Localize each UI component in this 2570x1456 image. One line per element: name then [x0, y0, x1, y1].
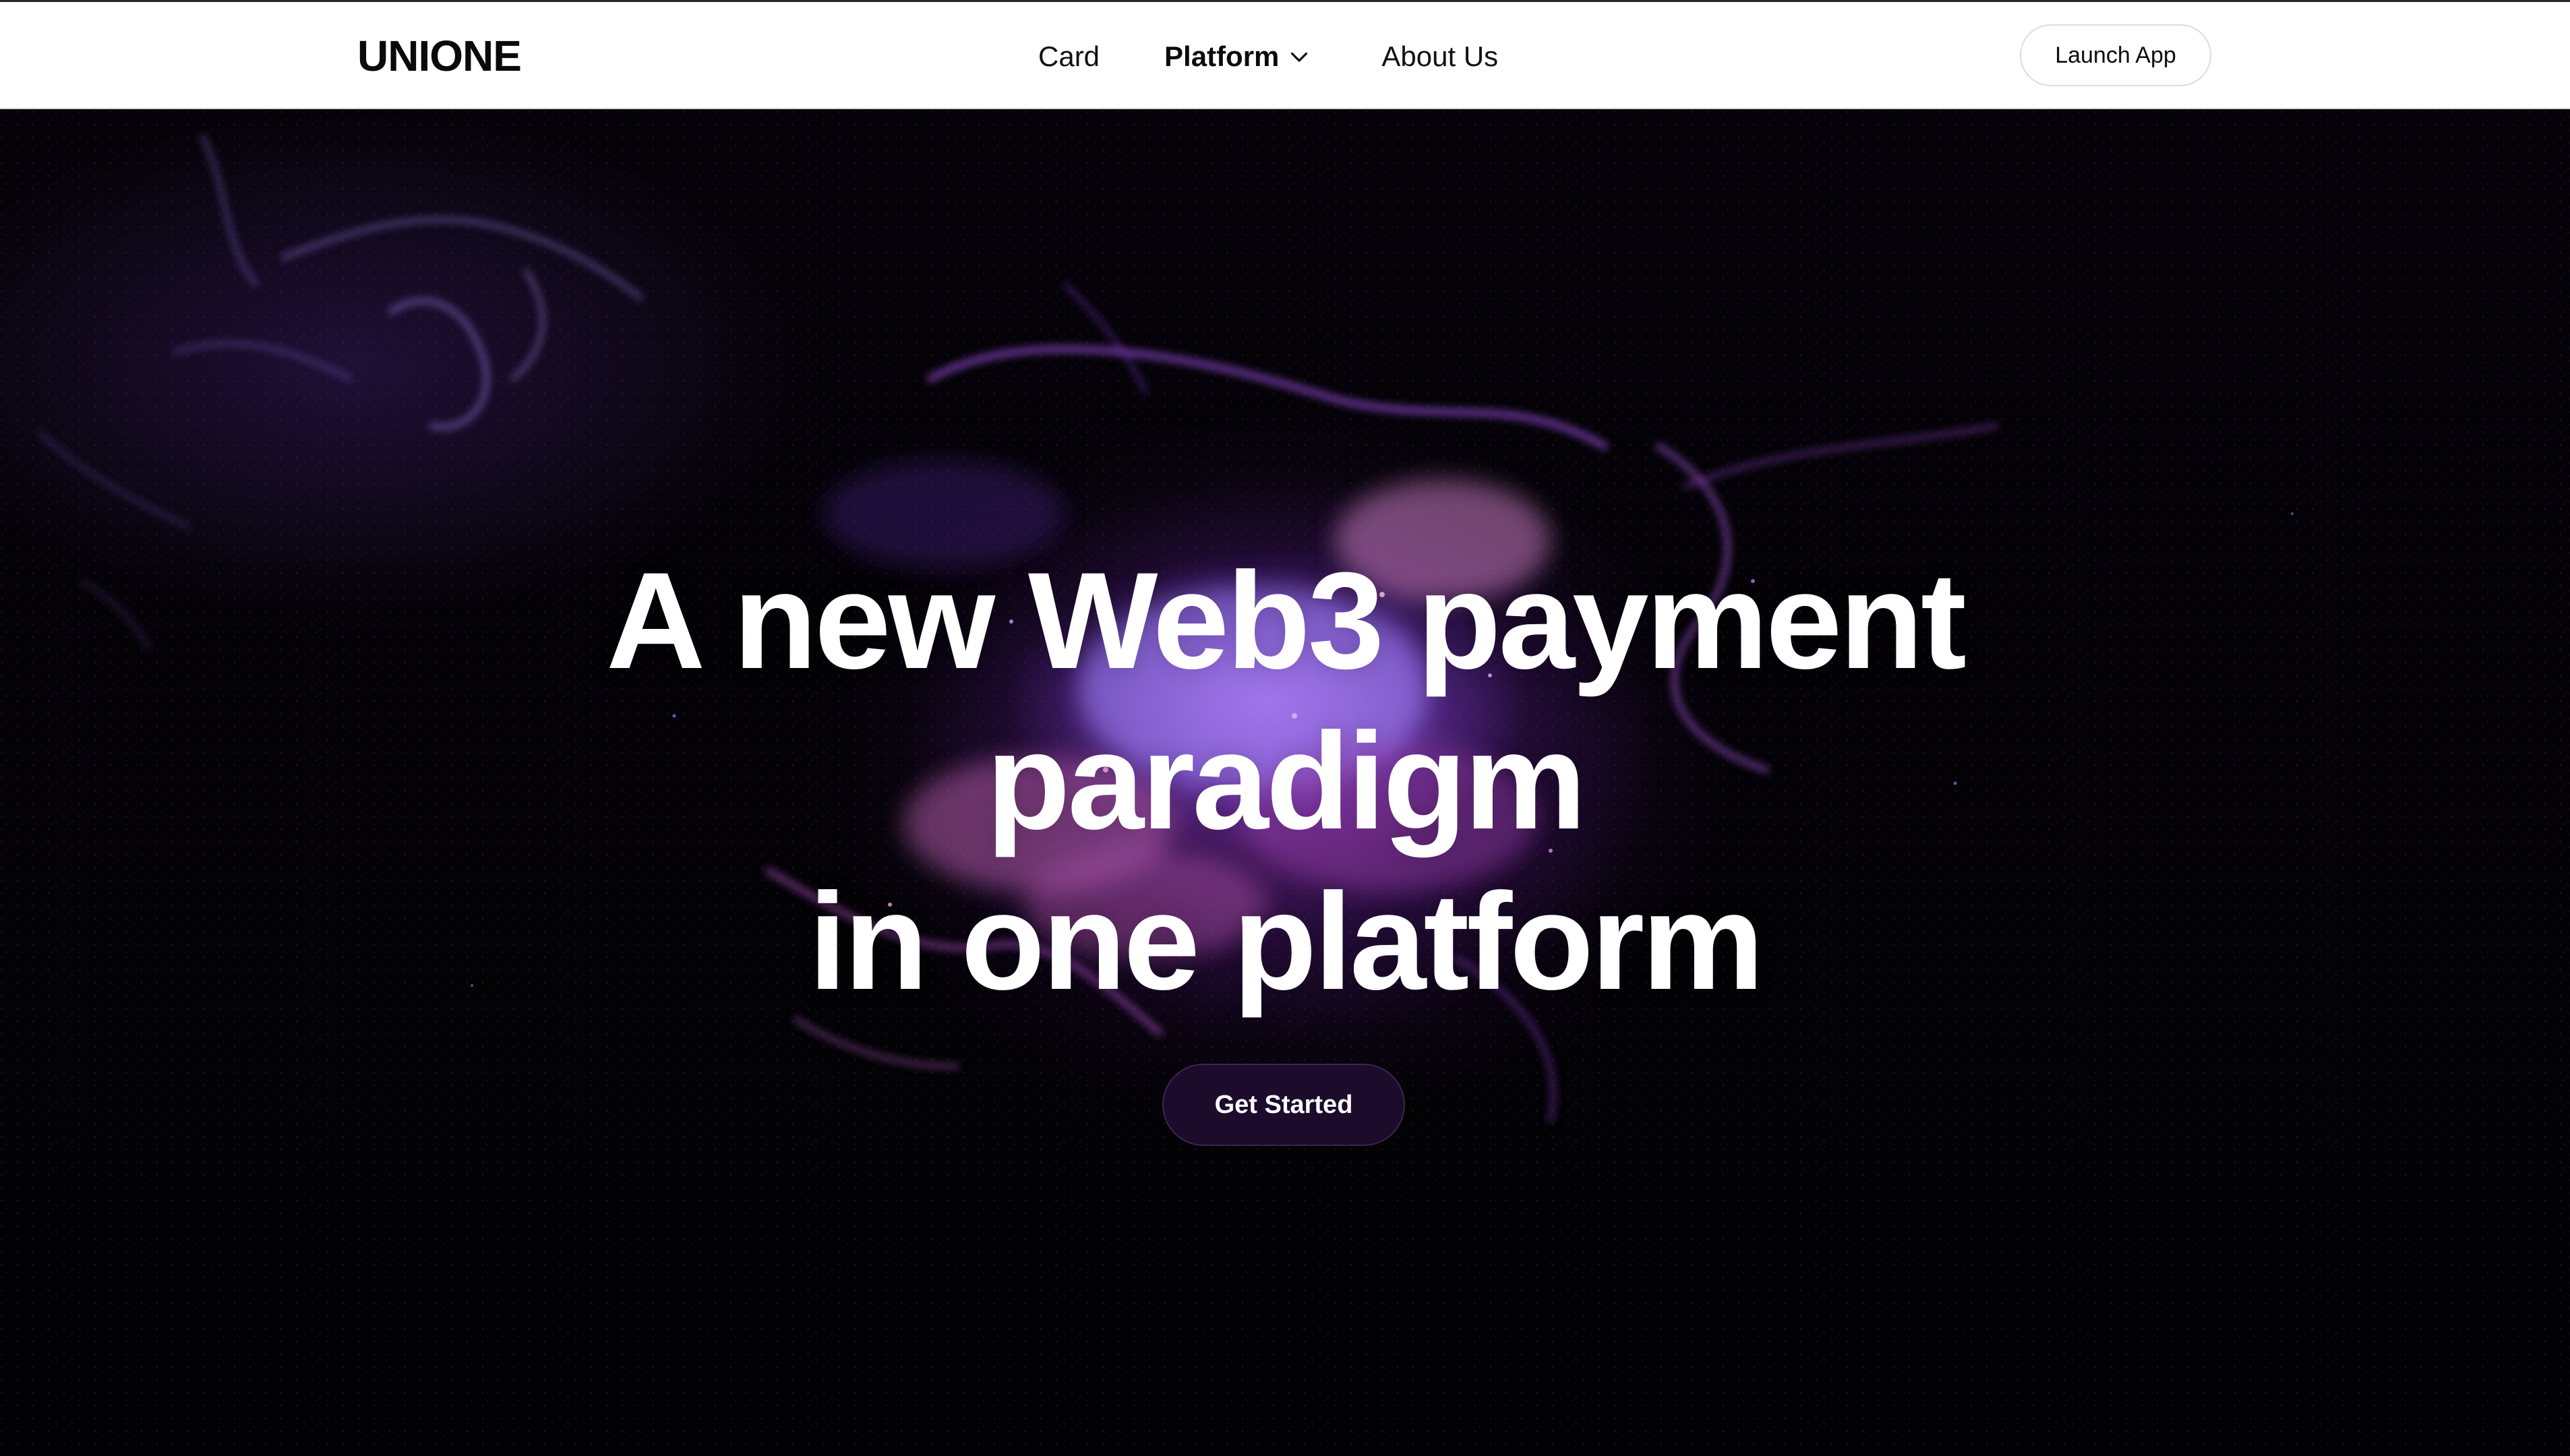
nav-link-about-us[interactable]: About Us — [1381, 36, 1498, 78]
nav-link-platform[interactable]: Platform — [1164, 36, 1311, 78]
brand-logo[interactable]: UNIONE — [357, 32, 522, 80]
hero-headline-line-1: A new Web3 payment — [606, 544, 1967, 698]
hero-section: A new Web3 payment paradigm in one platf… — [0, 109, 2570, 1456]
chevron-down-icon — [1291, 52, 1308, 62]
hero-headline: A new Web3 payment paradigm in one platf… — [0, 541, 2570, 1022]
launch-app-button[interactable]: Launch App — [2020, 24, 2211, 86]
primary-nav: Card Platform About Us — [1038, 36, 1498, 78]
nav-link-platform-label: Platform — [1164, 40, 1280, 72]
hero-headline-line-3: in one platform — [808, 865, 1764, 1019]
landing-page: UNIONE Card Platform About Us Launch App — [0, 0, 2570, 1456]
get-started-button[interactable]: Get Started — [1162, 1064, 1405, 1146]
nav-link-card[interactable]: Card — [1038, 36, 1100, 78]
hero-headline-line-2: paradigm — [986, 704, 1586, 858]
top-navbar: UNIONE Card Platform About Us Launch App — [0, 0, 2570, 109]
